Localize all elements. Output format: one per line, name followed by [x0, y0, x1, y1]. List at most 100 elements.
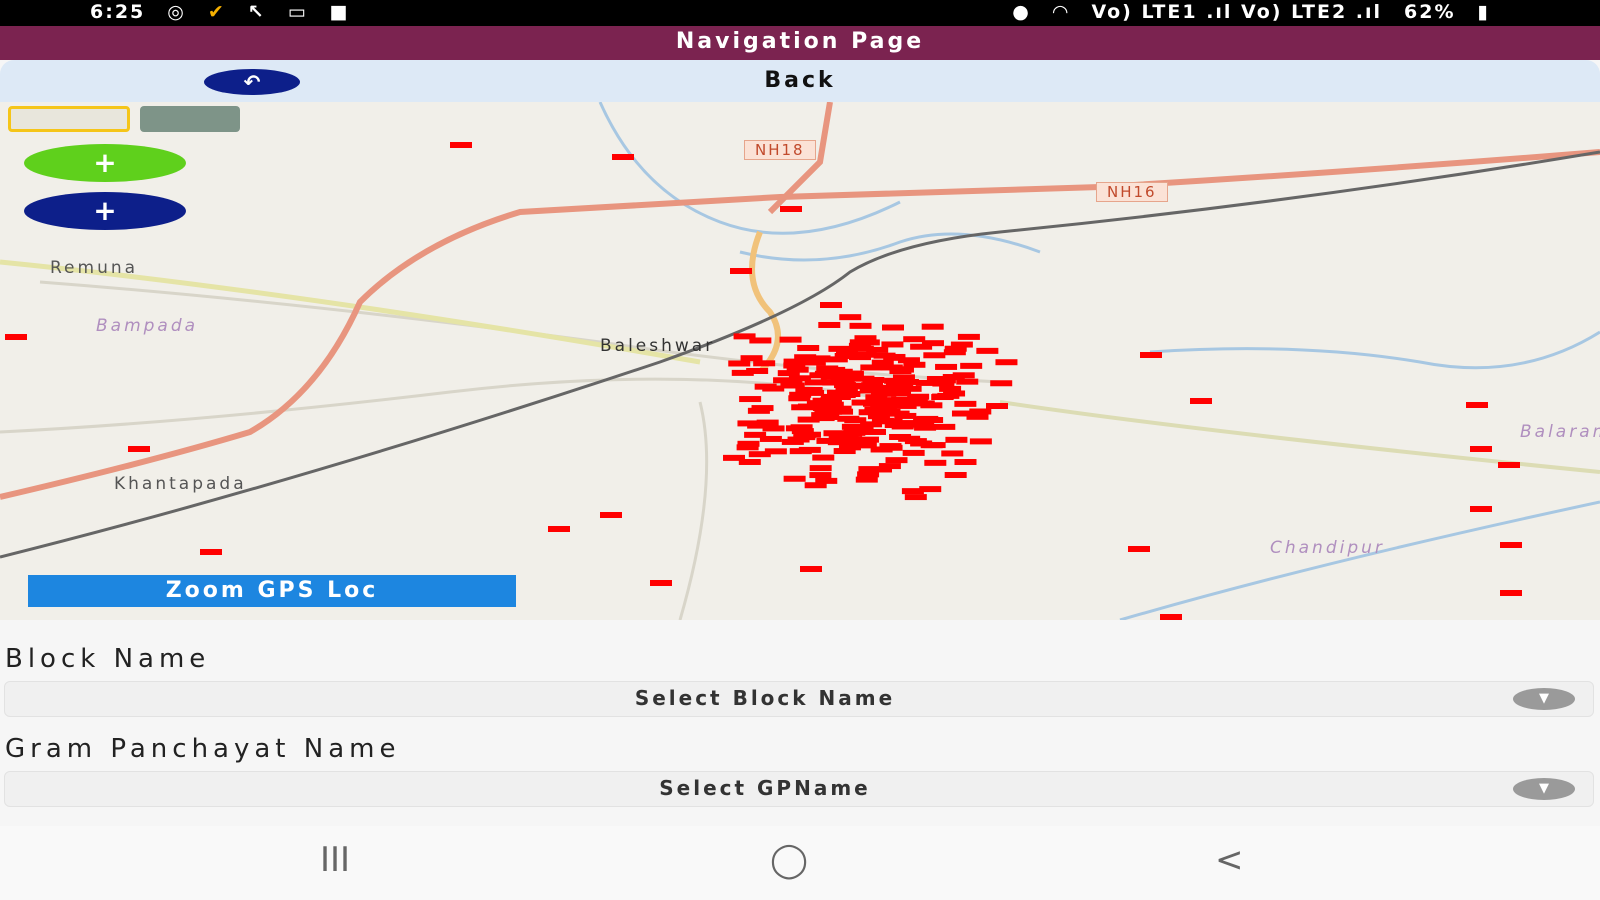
location-marker[interactable] [548, 526, 570, 532]
location-marker[interactable] [851, 399, 874, 406]
location-marker[interactable] [933, 377, 956, 384]
location-marker[interactable] [834, 382, 857, 389]
location-marker[interactable] [788, 395, 811, 402]
location-marker[interactable] [902, 449, 925, 456]
location-marker[interactable] [969, 438, 992, 445]
location-marker[interactable] [960, 362, 983, 369]
location-marker[interactable] [969, 408, 992, 415]
location-marker[interactable] [1500, 590, 1522, 596]
location-marker[interactable] [944, 472, 967, 479]
location-marker[interactable] [957, 333, 980, 340]
location-marker[interactable] [848, 440, 871, 447]
location-marker[interactable] [857, 471, 880, 478]
location-marker[interactable] [950, 341, 973, 348]
location-marker[interactable] [903, 336, 926, 343]
chevron-down-icon[interactable]: ▼ [1513, 688, 1575, 710]
location-marker[interactable] [789, 448, 812, 455]
location-marker[interactable] [933, 423, 956, 430]
location-marker[interactable] [785, 425, 808, 432]
location-marker[interactable] [976, 347, 999, 354]
location-marker[interactable] [739, 396, 762, 403]
location-marker[interactable] [815, 477, 838, 484]
recents-button[interactable]: III [320, 840, 350, 880]
location-marker[interactable] [865, 394, 888, 401]
location-marker[interactable] [747, 407, 770, 414]
location-marker[interactable] [816, 437, 839, 444]
location-marker[interactable] [733, 333, 756, 340]
location-marker[interactable] [1498, 462, 1520, 468]
street-layer-button[interactable] [8, 106, 130, 132]
location-marker[interactable] [885, 457, 908, 464]
location-marker[interactable] [941, 450, 964, 457]
location-marker[interactable] [200, 549, 222, 555]
location-marker[interactable] [1500, 542, 1522, 548]
location-marker[interactable] [783, 475, 806, 482]
gp-name-select[interactable]: Select GPName ▼ [4, 771, 1594, 807]
zoom-out-button[interactable]: + [24, 192, 186, 230]
location-marker[interactable] [954, 459, 977, 466]
location-marker[interactable] [839, 314, 862, 321]
location-marker[interactable] [943, 390, 966, 397]
location-marker[interactable] [1190, 398, 1212, 404]
location-marker[interactable] [748, 451, 771, 458]
location-marker[interactable] [899, 385, 922, 392]
location-marker[interactable] [650, 580, 672, 586]
location-marker[interactable] [797, 345, 820, 352]
location-marker[interactable] [825, 356, 848, 363]
location-marker[interactable] [762, 385, 785, 392]
location-marker[interactable] [891, 423, 914, 430]
location-marker[interactable] [923, 352, 946, 359]
location-marker[interactable] [800, 386, 823, 393]
location-marker[interactable] [728, 360, 751, 367]
location-marker[interactable] [897, 357, 920, 364]
location-marker[interactable] [809, 465, 832, 472]
block-name-select[interactable]: Select Block Name ▼ [4, 681, 1594, 717]
location-marker[interactable] [723, 454, 746, 461]
location-marker[interactable] [791, 404, 814, 411]
location-marker[interactable] [924, 459, 947, 466]
location-marker[interactable] [966, 413, 989, 420]
location-marker[interactable] [920, 402, 943, 409]
location-marker[interactable] [887, 397, 910, 404]
location-marker[interactable] [855, 476, 878, 483]
location-marker[interactable] [849, 322, 872, 329]
location-marker[interactable] [798, 431, 821, 438]
back-bar[interactable]: ↶ Back [0, 60, 1600, 102]
location-marker[interactable] [1466, 402, 1488, 408]
location-marker[interactable] [730, 268, 752, 274]
location-marker[interactable] [1128, 546, 1150, 552]
location-marker[interactable] [818, 321, 841, 328]
location-marker[interactable] [777, 370, 800, 377]
location-marker[interactable] [896, 378, 919, 385]
location-marker[interactable] [731, 369, 754, 376]
location-marker[interactable] [889, 433, 912, 440]
location-marker[interactable] [820, 302, 842, 308]
location-marker[interactable] [819, 397, 842, 404]
location-marker[interactable] [450, 142, 472, 148]
location-marker[interactable] [904, 494, 927, 501]
location-marker[interactable] [600, 512, 622, 518]
location-marker[interactable] [910, 440, 933, 447]
location-marker[interactable] [871, 417, 894, 424]
location-marker[interactable] [823, 430, 846, 437]
location-marker[interactable] [812, 454, 835, 461]
location-marker[interactable] [851, 345, 874, 352]
location-marker[interactable] [841, 374, 864, 381]
location-marker[interactable] [835, 388, 858, 395]
location-marker[interactable] [1470, 506, 1492, 512]
map-view[interactable]: + + NH18 NH16 Remuna Bampada Baleshwar K… [0, 102, 1600, 620]
location-marker[interactable] [919, 486, 942, 493]
location-marker[interactable] [809, 372, 832, 379]
location-marker[interactable] [5, 334, 27, 340]
satellite-layer-button[interactable] [140, 106, 240, 132]
location-marker[interactable] [921, 340, 944, 347]
location-marker[interactable] [128, 446, 150, 452]
location-marker[interactable] [882, 324, 905, 331]
location-marker[interactable] [854, 335, 877, 342]
location-marker[interactable] [878, 408, 901, 415]
zoom-in-button[interactable]: + [24, 144, 186, 182]
location-marker[interactable] [800, 566, 822, 572]
location-marker[interactable] [995, 359, 1018, 366]
back-label[interactable]: Back [0, 68, 1600, 93]
location-marker[interactable] [809, 472, 832, 479]
